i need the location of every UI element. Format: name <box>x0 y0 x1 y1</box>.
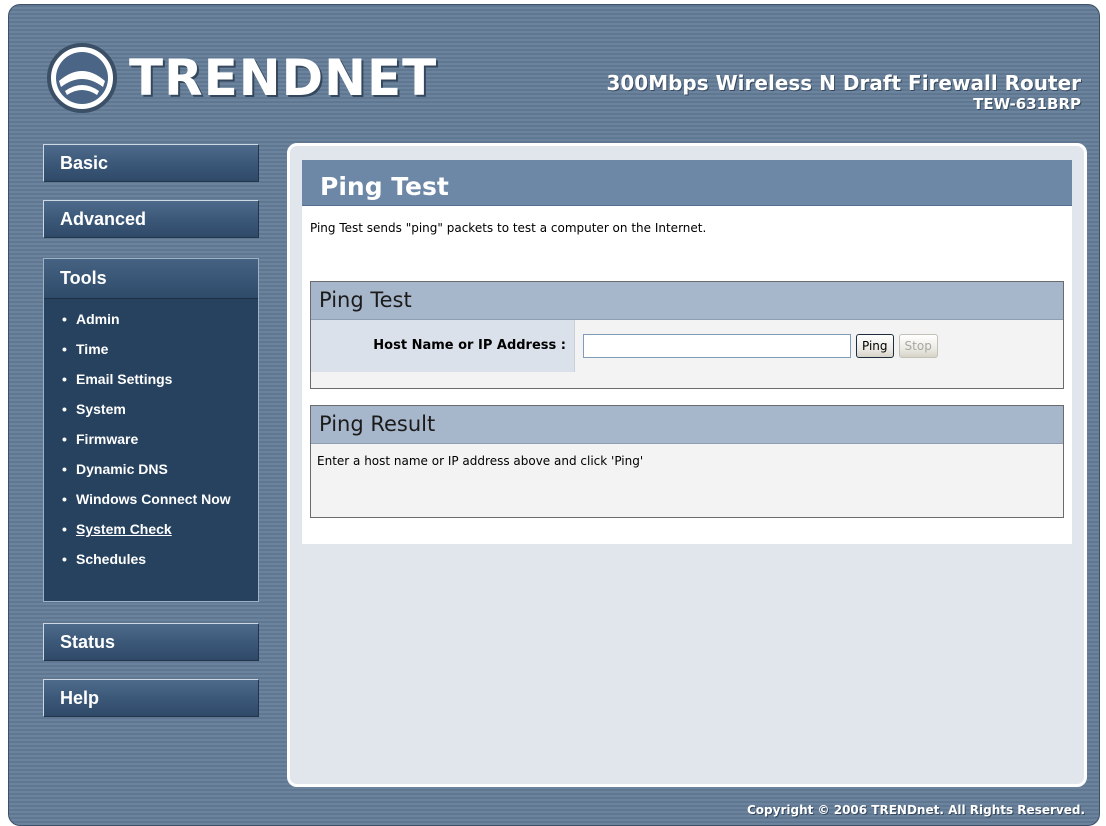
nav-help-button[interactable]: Help <box>43 679 259 717</box>
bullet-icon: • <box>62 371 67 387</box>
ping-test-section-title: Ping Test <box>311 282 1063 320</box>
brand-name: TRENDNET <box>129 49 438 107</box>
tools-item-label: Email Settings <box>76 371 173 387</box>
content-panel: Ping Test Ping Test sends "ping" packets… <box>287 143 1087 787</box>
bullet-icon: • <box>62 491 67 507</box>
bullet-icon: • <box>62 521 67 537</box>
tools-item-label: Schedules <box>76 551 147 567</box>
product-title: 300Mbps Wireless N Draft Firewall Router <box>606 71 1081 95</box>
ping-form-row: Host Name or IP Address : Ping Stop <box>311 320 1063 372</box>
tools-panel: Tools • Admin • Time • Email Settings • Syst… <box>43 258 259 602</box>
tools-item-label: Windows Connect Now <box>76 491 231 507</box>
trendnet-logo-icon <box>47 43 117 113</box>
nav-status-button[interactable]: Status <box>43 623 259 661</box>
page-intro: Ping Test sends "ping" packets to test a… <box>310 221 707 235</box>
tools-item-system[interactable]: • System <box>44 401 258 431</box>
tools-item-windows-connect-now[interactable]: • Windows Connect Now <box>44 491 258 521</box>
copyright-notice: Copyright © 2006 TRENDnet. All Rights Re… <box>747 803 1085 817</box>
tools-item-label: Time <box>76 341 109 357</box>
tools-item-label: System Check <box>76 521 172 537</box>
trendnet-logo: TRENDNET <box>45 41 437 115</box>
nav-basic-button[interactable]: Basic <box>43 144 259 182</box>
tools-item-admin[interactable]: • Admin <box>44 311 258 341</box>
ping-test-section: Ping Test Host Name or IP Address : Ping… <box>310 281 1064 389</box>
tools-item-time[interactable]: • Time <box>44 341 258 371</box>
nav-advanced-button[interactable]: Advanced <box>43 200 259 238</box>
tools-item-email-settings[interactable]: • Email Settings <box>44 371 258 401</box>
host-input[interactable] <box>583 334 851 358</box>
nav-tools-button[interactable]: Tools <box>44 259 258 299</box>
tools-item-firmware[interactable]: • Firmware <box>44 431 258 461</box>
tools-item-dynamic-dns[interactable]: • Dynamic DNS <box>44 461 258 491</box>
content-body: Ping Test Ping Test sends "ping" packets… <box>302 160 1072 544</box>
page-title: Ping Test <box>302 160 1072 206</box>
product-model: TEW-631BRP <box>973 95 1081 113</box>
host-field-label: Host Name or IP Address : <box>311 320 575 372</box>
tools-item-label: System <box>76 401 126 417</box>
bullet-icon: • <box>62 431 67 447</box>
bullet-icon: • <box>62 311 67 327</box>
ping-button[interactable]: Ping <box>856 334 894 358</box>
ping-result-section-title: Ping Result <box>311 406 1063 444</box>
tools-item-label: Dynamic DNS <box>76 461 168 477</box>
stop-button[interactable]: Stop <box>898 334 938 358</box>
product-heading: 300Mbps Wireless N Draft Firewall Router… <box>606 71 1081 113</box>
app-frame: TRENDNET 300Mbps Wireless N Draft Firewa… <box>8 4 1100 826</box>
bullet-icon: • <box>62 461 67 477</box>
ping-result-message: Enter a host name or IP address above an… <box>317 454 644 468</box>
tools-menu: • Admin • Time • Email Settings • System • Fi… <box>44 299 258 581</box>
tools-item-system-check[interactable]: • System Check <box>44 521 258 551</box>
tools-item-label: Firmware <box>76 431 139 447</box>
tools-item-label: Admin <box>76 311 120 327</box>
tools-item-schedules[interactable]: • Schedules <box>44 551 258 581</box>
bullet-icon: • <box>62 341 67 357</box>
bullet-icon: • <box>62 551 67 567</box>
bullet-icon: • <box>62 401 67 417</box>
ping-result-section: Ping Result Enter a host name or IP addr… <box>310 405 1064 518</box>
